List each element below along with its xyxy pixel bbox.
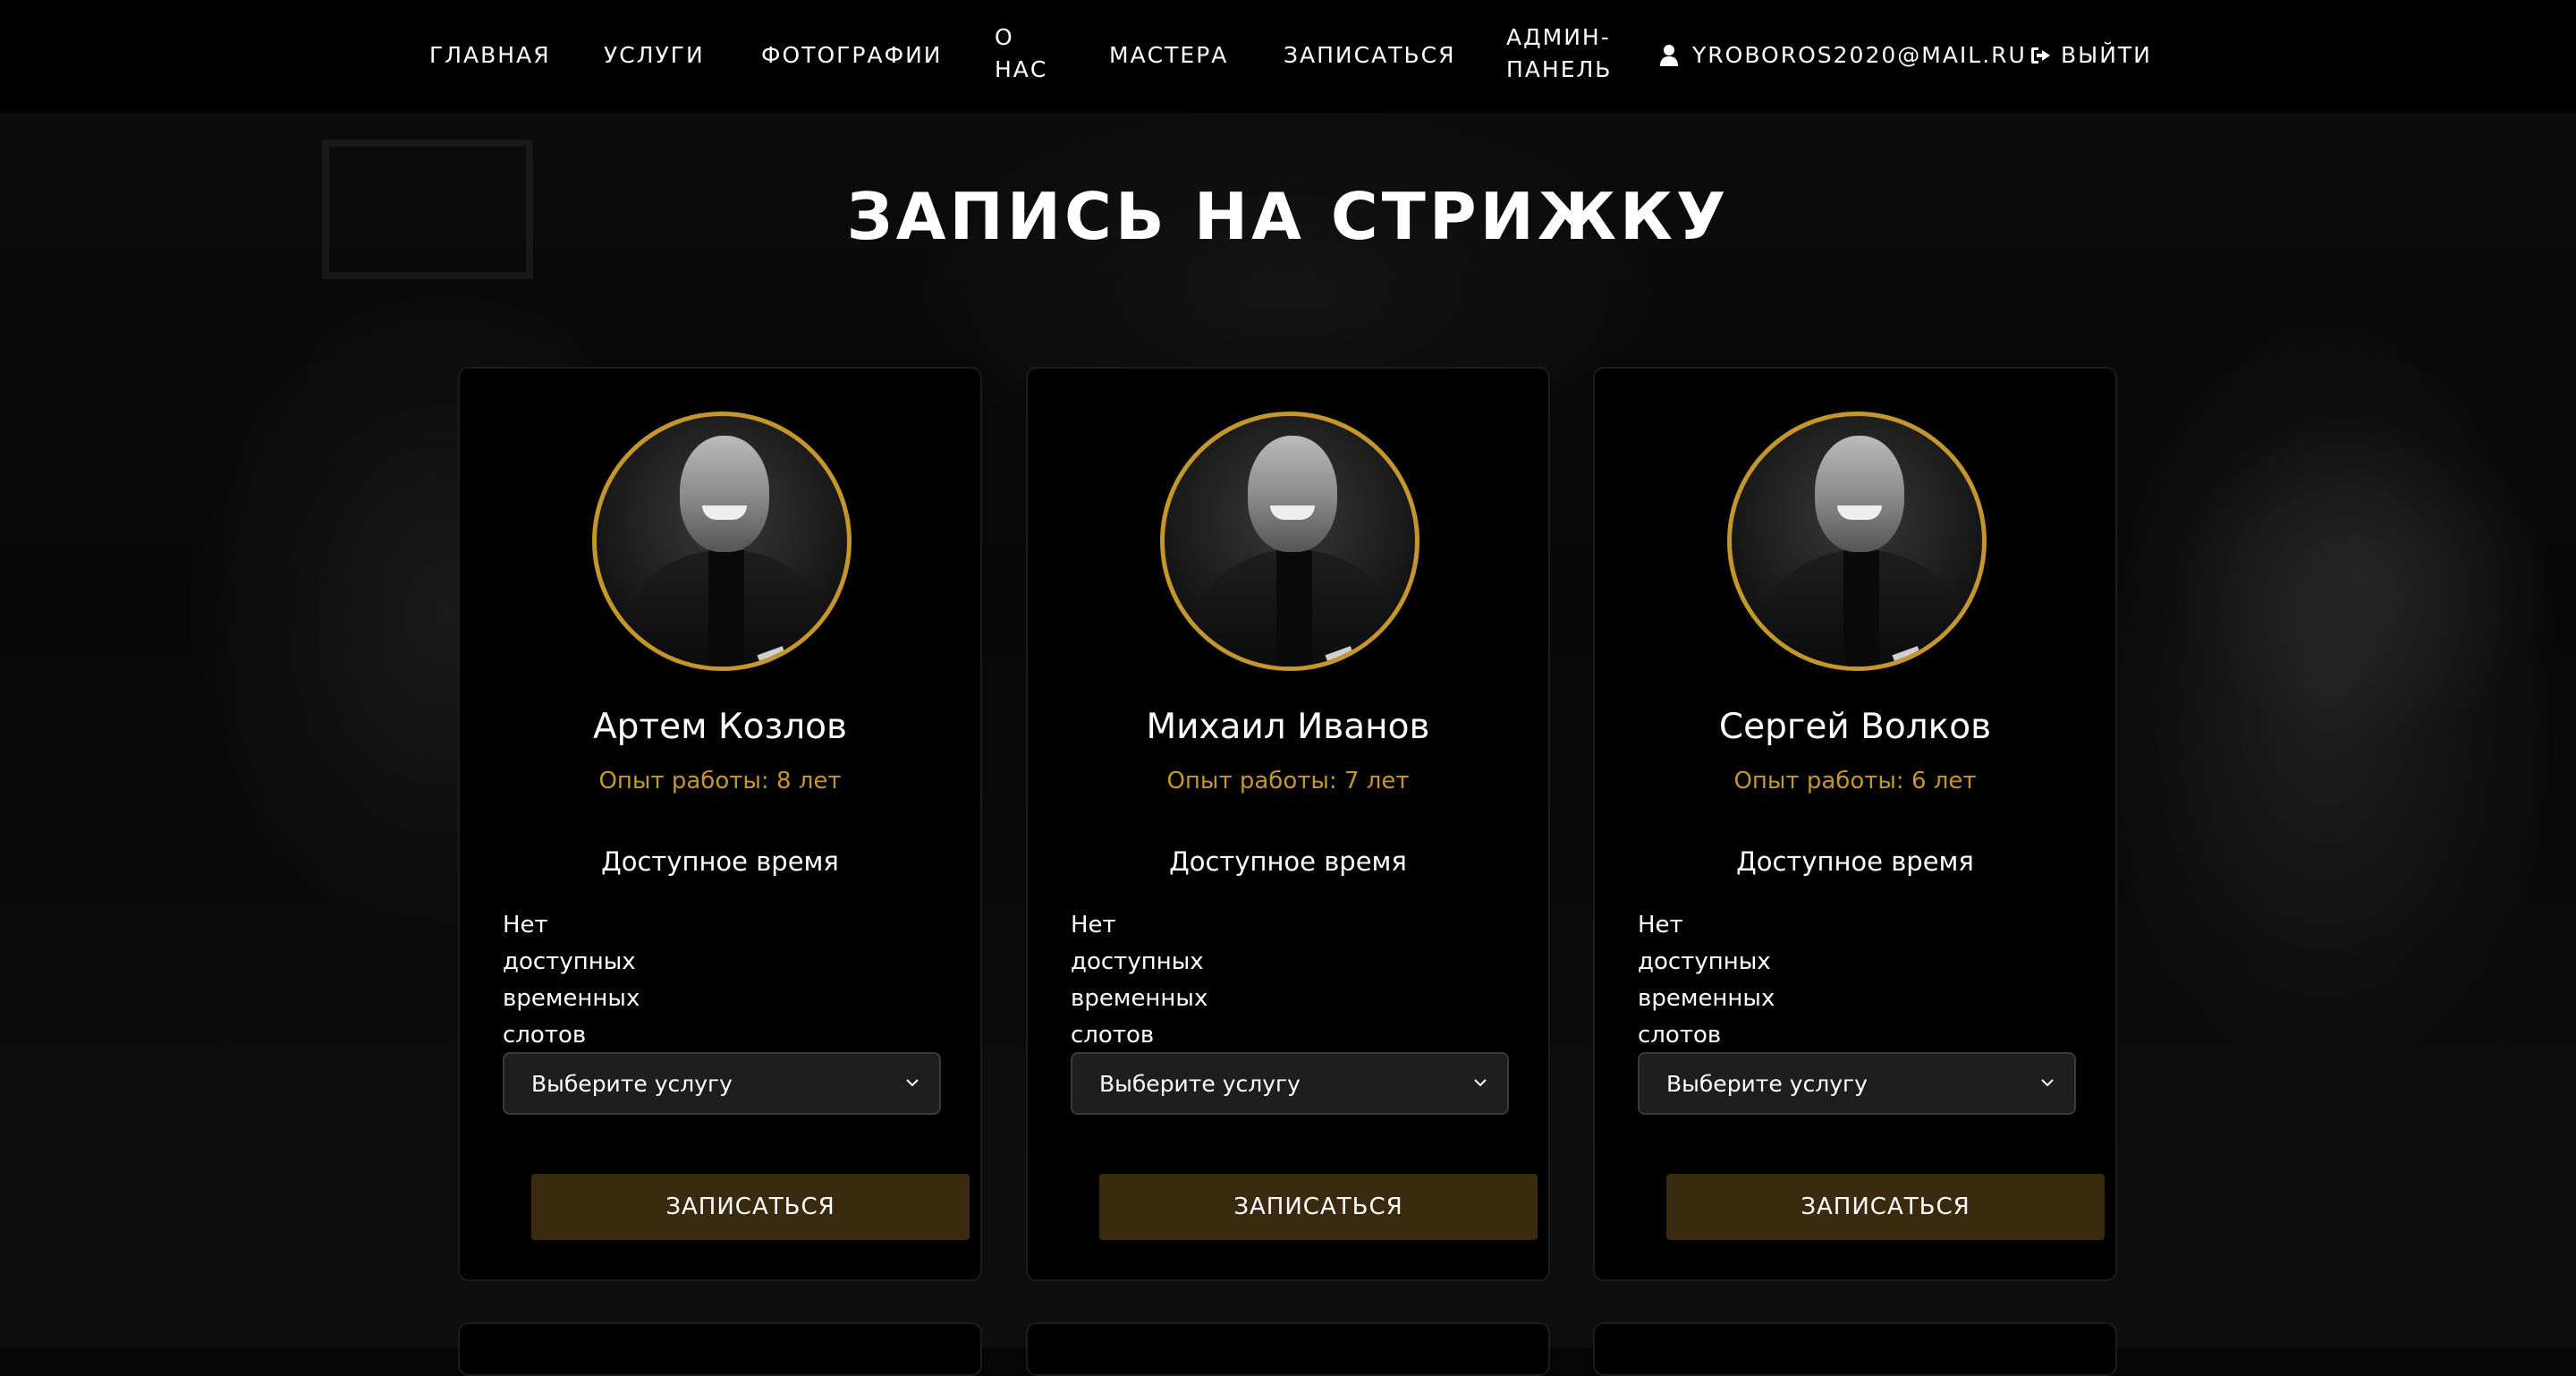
chevron-down-icon [2041,1079,2054,1087]
nav-link-admin-line1: АДМИН- [1506,24,1611,50]
book-button[interactable]: ЗАПИСАТЬСЯ [1666,1174,2105,1240]
master-avatar [1727,412,1987,671]
nav-link-home[interactable]: ГЛАВНАЯ [429,39,551,72]
chevron-down-icon [906,1079,919,1087]
available-time-heading: Доступное время [1736,846,1974,877]
book-button[interactable]: ЗАПИСАТЬСЯ [531,1174,970,1240]
logout-label: ВЫЙТИ [2061,42,2152,68]
master-card-next [1026,1322,1550,1376]
master-card-next [1593,1322,2117,1376]
nav-link-services[interactable]: УСЛУГИ [604,39,705,72]
master-experience: Опыт работы: 6 лет [1733,768,1977,794]
service-select-value: Выберите услугу [1099,1070,1301,1097]
user-email: YROBOROS2020@MAIL.RU [1692,42,2027,68]
chevron-down-icon [1474,1079,1487,1087]
master-card: Сергей Волков Опыт работы: 6 лет Доступн… [1593,367,2117,1281]
available-time-heading: Доступное время [1169,846,1407,877]
master-name: Сергей Волков [1718,707,1992,747]
service-select[interactable]: Выберите услугу [1071,1052,1509,1115]
master-name: Артем Козлов [592,707,848,747]
master-name: Михаил Иванов [1146,707,1430,747]
nav-link-about[interactable]: О НАС [995,21,1047,86]
master-card: Артем Козлов Опыт работы: 8 лет Доступно… [458,367,982,1281]
no-slots-line: Нет [503,912,548,939]
nav-link-admin-panel[interactable]: АДМИН- ПАНЕЛЬ [1506,21,1612,86]
master-card: Михаил Иванов Опыт работы: 7 лет Доступн… [1026,367,1550,1281]
nav-link-about-line2: НАС [995,56,1048,82]
no-slots-line: доступных [503,948,636,975]
master-experience: Опыт работы: 7 лет [1166,768,1410,794]
no-slots-line: слотов [1638,1022,1722,1049]
no-slots-line: временных [503,985,640,1012]
no-slots-message: Нет доступных временных слотов [503,907,664,1054]
no-slots-line: слотов [1071,1022,1155,1049]
top-navbar: ГЛАВНАЯ УСЛУГИ ФОТОГРАФИИ О НАС МАСТЕРА … [0,0,2576,113]
page-title: ЗАПИСЬ НА СТРИЖКУ [846,179,1730,254]
no-slots-line: Нет [1071,912,1116,939]
nav-link-booking[interactable]: ЗАПИСАТЬСЯ [1284,39,1455,72]
no-slots-line: слотов [503,1022,587,1049]
no-slots-message: Нет доступных временных слотов [1638,907,1799,1054]
master-experience: Опыт работы: 8 лет [598,768,842,794]
service-select[interactable]: Выберите услугу [1638,1052,2076,1115]
nav-user-profile[interactable]: YROBOROS2020@MAIL.RU [1660,39,2027,72]
sign-out-icon [2031,47,2050,64]
available-time-heading: Доступное время [601,846,839,877]
master-avatar [592,412,852,671]
service-select-value: Выберите услугу [1666,1070,1868,1097]
service-select-value: Выберите услугу [531,1070,733,1097]
nav-link-admin-line2: ПАНЕЛЬ [1506,56,1613,82]
service-select[interactable]: Выберите услугу [503,1052,941,1115]
user-icon [1660,45,1678,66]
book-button[interactable]: ЗАПИСАТЬСЯ [1099,1174,1538,1240]
nav-link-about-line1: О [995,24,1014,50]
no-slots-line: доступных [1071,948,1204,975]
no-slots-message: Нет доступных временных слотов [1071,907,1232,1054]
logout-button[interactable]: ВЫЙТИ [2030,39,2152,72]
no-slots-line: доступных [1638,948,1771,975]
no-slots-line: временных [1071,985,1208,1012]
nav-link-masters[interactable]: МАСТЕРА [1109,39,1228,72]
master-avatar [1160,412,1419,671]
master-card-next [458,1322,982,1376]
no-slots-line: Нет [1638,912,1683,939]
nav-link-photos[interactable]: ФОТОГРАФИИ [761,39,943,72]
no-slots-line: временных [1638,985,1775,1012]
